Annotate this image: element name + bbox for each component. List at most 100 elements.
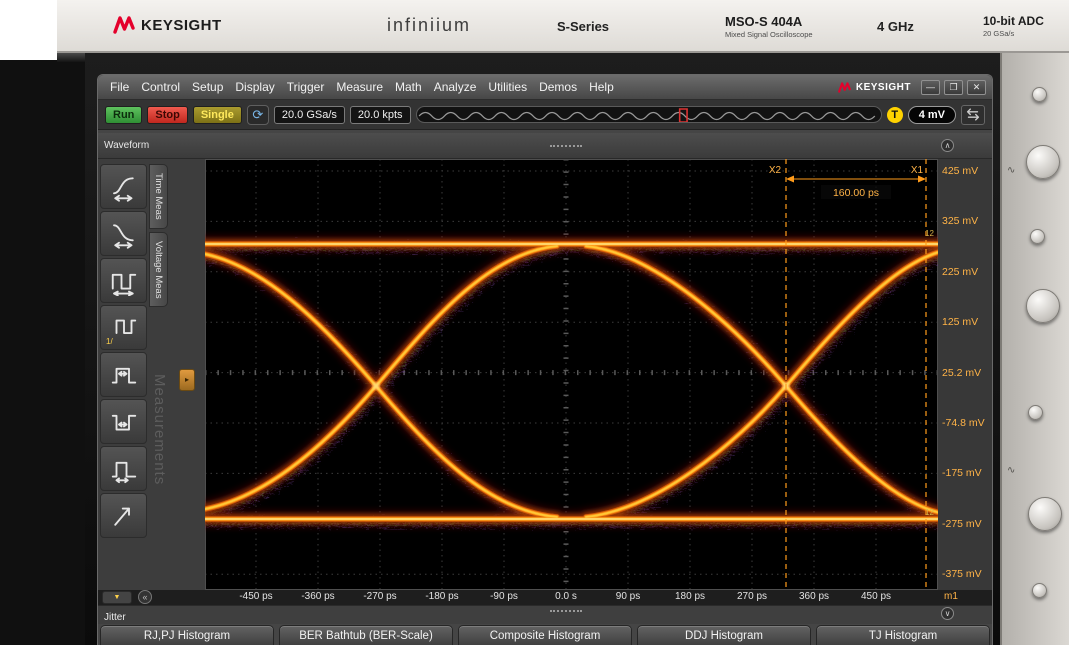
adc-rate: 20 GSa/s: [983, 29, 1044, 38]
measurement-button[interactable]: [100, 493, 147, 538]
clear-display-button[interactable]: ⟳: [247, 105, 269, 125]
voltage-axis-label: 425 mV: [942, 163, 992, 179]
keysight-logo-icon: [837, 81, 852, 94]
menu-item[interactable]: File: [104, 80, 135, 94]
pan-zoom-icon: [964, 107, 982, 122]
trigger-icon[interactable]: T: [887, 107, 903, 123]
jitter-tabs: RJ,PJ HistogramBER Bathtub (BER-Scale)Co…: [100, 624, 990, 645]
menu-item[interactable]: Measure: [330, 80, 389, 94]
waveform-pane-tab[interactable]: Waveform: [104, 140, 149, 151]
maximize-button[interactable]: ❐: [944, 80, 963, 95]
pane-splitter-handle[interactable]: [550, 145, 582, 147]
measurement-tabs: Time Meas Voltage Meas: [149, 164, 171, 310]
tab-time-meas[interactable]: Time Meas: [149, 164, 168, 229]
channel-marker-handle[interactable]: ▸: [179, 369, 195, 391]
menu-item[interactable]: Analyze: [428, 80, 483, 94]
measurement-button[interactable]: [100, 399, 147, 444]
menubar-right: KEYSIGHT — ❐ ✕: [837, 80, 986, 95]
sample-rate-box[interactable]: 20.0 GSa/s: [274, 106, 345, 124]
stop-button[interactable]: Stop: [147, 106, 187, 124]
model-description: Mixed Signal Oscilloscope: [725, 30, 813, 39]
rise-time-icon: [109, 172, 139, 202]
menu-item[interactable]: Demos: [533, 80, 583, 94]
waveform-plot[interactable]: X2 X1 160.00 ps 12 12: [205, 159, 938, 590]
panel-knob: [1026, 289, 1060, 323]
menu-item[interactable]: Help: [583, 80, 620, 94]
time-axis-label: -450 ps: [226, 591, 286, 602]
menu-item[interactable]: Display: [229, 80, 280, 94]
menu-item[interactable]: Control: [135, 80, 186, 94]
measurement-button[interactable]: [100, 211, 147, 256]
voltage-axis-label: 25.2 mV: [942, 365, 992, 381]
adc-block: 10-bit ADC 20 GSa/s: [983, 14, 1044, 38]
menu-item[interactable]: Utilities: [482, 80, 533, 94]
voltage-axis-labels: 425 mV325 mV225 mV125 mV25.2 mV-74.8 mV-…: [942, 163, 992, 582]
front-panel-controls: ∿ ∿: [1000, 53, 1069, 645]
icon-label: 1/: [106, 337, 113, 346]
menu-item[interactable]: Math: [389, 80, 428, 94]
eye-diagram-trace: [205, 244, 938, 519]
collapse-pane-button[interactable]: ∨: [941, 607, 954, 620]
menu-item[interactable]: Setup: [186, 80, 229, 94]
waveform-pane-header: Waveform ∧: [98, 133, 992, 159]
pane-splitter-handle[interactable]: [550, 610, 582, 612]
close-button[interactable]: ✕: [967, 80, 986, 95]
voltage-axis-label: 325 mV: [942, 213, 992, 229]
model-block: MSO-S 404A Mixed Signal Oscilloscope: [725, 14, 813, 39]
time-axis-label: -180 ps: [412, 591, 472, 602]
adc-label: 10-bit ADC: [983, 14, 1044, 28]
menubar-brand: KEYSIGHT: [856, 82, 911, 93]
waveform-symbol-icon: ∿: [1007, 165, 1015, 176]
panel-button: [1030, 229, 1045, 244]
waveform-symbol-icon: ∿: [1007, 465, 1015, 476]
panel-button: [1032, 87, 1047, 102]
jitter-pane-tab[interactable]: Jitter: [104, 612, 126, 623]
jitter-tab[interactable]: BER Bathtub (BER-Scale): [279, 625, 453, 645]
jitter-pane-header: ∨ Jitter: [98, 605, 992, 624]
measurement-button[interactable]: [100, 258, 147, 303]
measurement-button[interactable]: [100, 446, 147, 491]
rail-marker-top: 12: [925, 229, 934, 238]
run-button[interactable]: Run: [105, 106, 142, 124]
time-axis-label: 0.0 s: [536, 591, 596, 602]
time-axis-row: ▼ « -450 ps-360 ps-270 ps-180 ps-90 ps0.…: [98, 590, 992, 605]
bandwidth-label: 4 GHz: [877, 19, 914, 34]
fall-time-icon: [109, 219, 139, 249]
jitter-tab[interactable]: RJ,PJ Histogram: [100, 625, 274, 645]
positive-width-icon: [109, 360, 139, 390]
trigger-level-box[interactable]: 4 mV: [908, 106, 956, 124]
voltage-axis-label: -275 mV: [942, 516, 992, 532]
voltage-axis-label: -74.8 mV: [942, 415, 992, 431]
jitter-tab[interactable]: Composite Histogram: [458, 625, 632, 645]
measurement-button[interactable]: 1/: [100, 305, 147, 350]
acquisition-window-marker[interactable]: [679, 109, 686, 122]
minimize-button[interactable]: —: [921, 80, 940, 95]
single-button[interactable]: Single: [193, 106, 242, 124]
period-icon: [109, 266, 139, 296]
rail-marker-bottom: 12: [925, 508, 934, 517]
tab-voltage-meas[interactable]: Voltage Meas: [149, 232, 168, 308]
acquisition-toolbar: Run Stop Single ⟳ 20.0 GSa/s 20.0 kpts T…: [98, 100, 992, 130]
time-axis-labels: -450 ps-360 ps-270 ps-180 ps-90 ps0.0 s9…: [226, 591, 906, 602]
edge-measurement-icon: [109, 501, 139, 531]
collapse-pane-button[interactable]: ∧: [941, 139, 954, 152]
panel-button: [1028, 405, 1043, 420]
pan-zoom-button[interactable]: [961, 105, 985, 125]
voltage-axis-label: -175 mV: [942, 465, 992, 481]
more-measurements-button[interactable]: ▼: [102, 591, 132, 604]
acquisition-overview-strip[interactable]: [416, 106, 882, 123]
memory-depth-box[interactable]: 20.0 kpts: [350, 106, 411, 124]
model-number: MSO-S 404A: [725, 14, 813, 29]
cursor-x2-label: X2: [769, 165, 782, 176]
time-axis-label: 360 ps: [784, 591, 844, 602]
menu-item[interactable]: Trigger: [281, 80, 331, 94]
overview-waveform-icon: [417, 107, 881, 123]
marker-m1-label: m1: [944, 591, 958, 602]
collapse-sidebar-button[interactable]: «: [138, 590, 152, 604]
jitter-tab[interactable]: DDJ Histogram: [637, 625, 811, 645]
jitter-tab[interactable]: TJ Histogram: [816, 625, 990, 645]
measurement-button[interactable]: [100, 164, 147, 209]
measurement-button[interactable]: [100, 352, 147, 397]
oscilloscope-screenshot: KEYSIGHT infiniium S-Series MSO-S 404A M…: [0, 0, 1069, 645]
voltage-axis-label: 125 mV: [942, 314, 992, 330]
